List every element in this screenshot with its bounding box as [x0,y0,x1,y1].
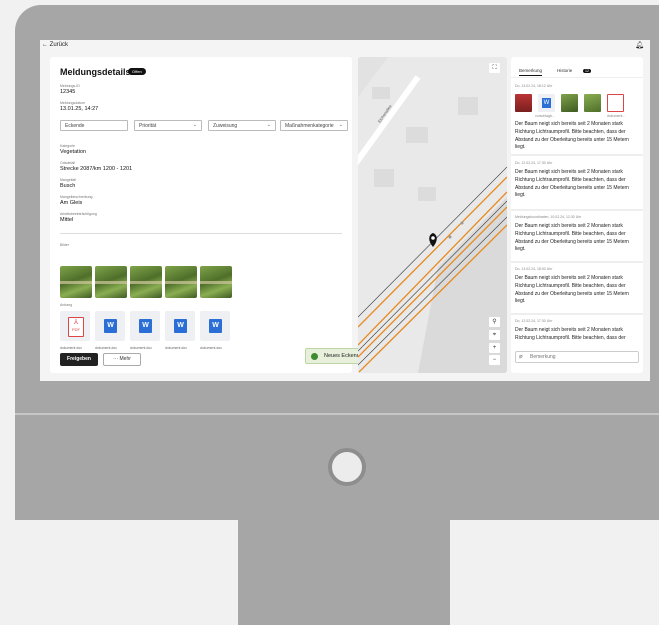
select-massnahmenkategorie[interactable]: Maßnahmenkategorie ⌄ [280,120,348,131]
top-bar: ← Zurück 🔔︎ [40,40,650,52]
comment-text: Der Baum neigt sich bereits seit 2 Monat… [515,275,629,305]
photo-thumbnail[interactable] [165,266,197,298]
app-screen: ← Zurück 🔔︎ Meldungsdetails Offen Meldun… [40,40,650,381]
field-label-defect: Mangelfall [60,178,76,182]
comment-placeholder: Bemerkung [530,354,556,360]
divider [511,209,643,211]
select-eckende[interactable]: Eckende [60,120,128,131]
field-label-id: Meldungs-ID [60,84,80,88]
photo-thumbnail[interactable] [130,266,162,298]
attachment-name: dokument.doc [130,346,152,350]
divider [511,313,643,315]
tab-bemerkung[interactable]: Bemerkung [519,68,543,76]
field-label-description: Mangelbeschreibung [60,195,93,199]
attachment-name: dokument.doc [165,346,187,350]
map-canvas: Eichenallee [358,57,507,373]
attachment-thumbnail[interactable] [584,94,601,112]
field-value-date: 13.01.25, 14:27 [60,106,99,112]
attachment-thumbnail[interactable] [561,94,578,112]
history-count-badge: 12 [583,69,591,73]
bell-icon[interactable]: 🔔︎ [635,41,644,49]
locate-icon[interactable]: ⌖ [489,330,500,340]
attachments-label: Anhang [60,303,73,307]
field-value-description: Am Gleis [60,200,83,206]
field-value-id: 12345 [60,89,76,95]
photo-thumbnail[interactable] [200,266,232,298]
select-value: Zuweisung [213,123,238,129]
comment-text: Der Baum neigt sich bereits seit 2 Monat… [515,121,629,151]
field-label-category: Kategorie [60,144,75,148]
zoom-in-button[interactable]: + [489,343,500,353]
monitor-logo [328,448,366,486]
comment-timestamp: Do, 12.02.24, 17:30 Uhr [515,161,553,165]
chevron-down-icon: ⌄ [266,122,271,128]
photo-thumbnail[interactable] [95,266,127,298]
fullscreen-icon[interactable]: ⛶ [489,63,500,73]
comment-input[interactable]: ⌀ Bemerkung [515,351,639,363]
chevron-down-icon: ⌄ [192,122,197,128]
word-icon: W [104,319,117,333]
check-icon [311,353,318,360]
word-icon: W [542,98,551,108]
field-value-impact: Mittel [60,217,74,223]
divider [511,261,643,263]
select-value: Eckende [65,123,85,129]
attachment-pdf[interactable]: ⅄ PDF [60,311,90,341]
pdf-glyph: ⅄ [73,319,79,326]
divider [60,233,342,234]
attachment-word[interactable]: W [165,311,195,341]
attachment-pdf[interactable] [607,94,624,112]
divider [511,154,643,156]
comment-timestamp: Do, 12.02.24, 17:30 Uhr [515,319,553,323]
attachment-caption: dokument... [607,114,626,118]
attachment-word[interactable]: W [200,311,230,341]
pdf-icon-text: PDF [72,327,80,332]
attachment-caption: vorschlagb... [535,114,555,118]
comment-text: Der Baum neigt sich bereits seit 2 Monat… [515,223,629,253]
map-view[interactable]: Eichenallee ⛶ ⚲ ⌖ + − [358,57,507,373]
photo-thumbnail[interactable] [60,266,92,298]
field-value-location: Strecke 2087/km 1200 - 1201 [60,166,133,172]
pin-icon[interactable]: ⚲ [489,317,500,327]
attachment-name: dokument.doc [60,346,82,350]
attachment-name: dokument.doc [95,346,117,350]
field-label-impact: Arbeitsbeeinträchtigung [60,212,97,216]
page-title: Meldungsdetails [60,67,131,77]
word-icon: W [174,319,187,333]
comments-panel: Bemerkung Historie 12 Do, 13.02.24, 18:1… [511,57,643,373]
release-button[interactable]: Freigeben [60,353,98,366]
status-badge: Offen [128,68,146,75]
comment-text: Der Baum neigt sich bereits seit 2 Monat… [515,169,629,199]
field-value-category: Vegetation [60,149,86,155]
attachment-word[interactable]: W [95,311,125,341]
word-icon: W [139,319,152,333]
monitor-stand [238,520,450,625]
tab-historie[interactable]: Historie [557,68,572,73]
comment-timestamp: Do, 13.02.24, 18:12 Uhr [515,84,553,88]
more-button[interactable]: ··· Mehr [103,353,141,366]
comment-timestamp: Do, 13.02.24, 18:00 Uhr [515,267,553,271]
images-label: Bilder [60,243,69,247]
select-prioritaet[interactable]: Priorität ⌄ [134,120,202,131]
attachment-word[interactable]: W [130,311,160,341]
pdf-icon: ⅄ PDF [68,317,84,337]
chevron-down-icon: ⌄ [338,122,343,128]
select-zuweisung[interactable]: Zuweisung ⌄ [208,120,276,131]
paperclip-icon[interactable]: ⌀ [519,353,523,360]
word-icon: W [209,319,222,333]
details-panel: Meldungsdetails Offen Meldungs-ID 12345 … [50,57,352,373]
field-label-location: Ortsdetail [60,161,75,165]
select-value: Maßnahmenkategorie [285,123,334,129]
select-value: Priorität [139,123,157,129]
back-link[interactable]: ← Zurück [42,42,68,48]
attachment-name: dokument.doc [200,346,222,350]
attachment-word[interactable]: W [538,94,555,112]
attachment-thumbnail[interactable] [515,94,532,112]
comment-text: Der Baum neigt sich bereits seit 2 Monat… [515,327,626,341]
zoom-out-button[interactable]: − [489,355,500,365]
field-label-date: Meldungsdatum [60,101,85,105]
tab-divider [511,77,643,78]
comment-timestamp: Meldungskoordinaten, 10.02.24, 12:30 Uhr [515,215,582,219]
field-value-defect: Busch [60,183,76,189]
